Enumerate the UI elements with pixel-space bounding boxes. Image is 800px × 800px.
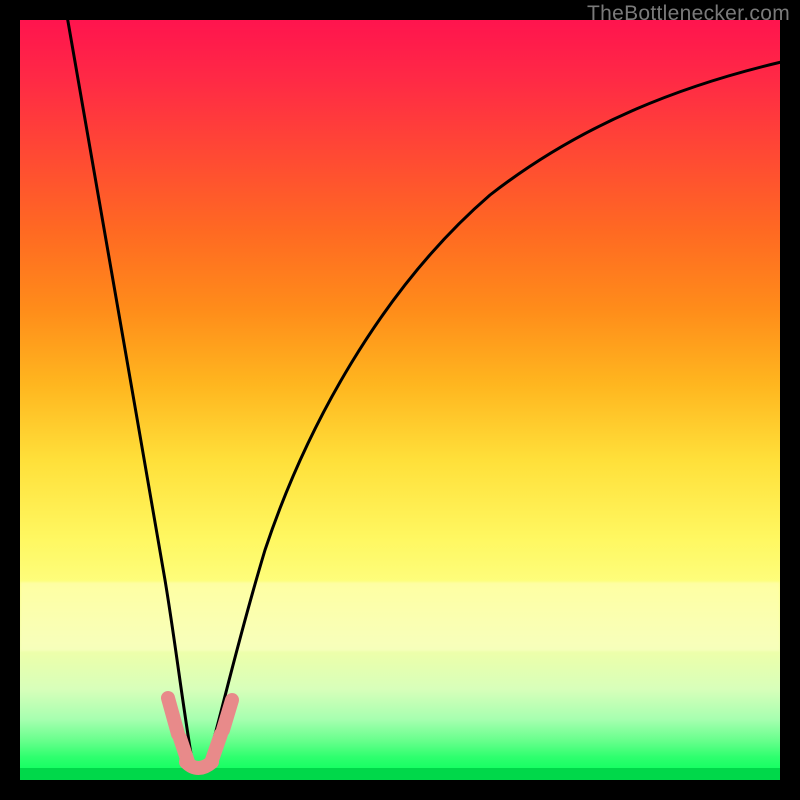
notch-highlight [168, 698, 232, 768]
bottleneck-curve [20, 20, 780, 780]
v-curve-path [66, 20, 780, 769]
plot-area [20, 20, 780, 780]
chart-frame: TheBottlenecker.com [0, 0, 800, 800]
watermark-text: TheBottlenecker.com [587, 2, 790, 26]
